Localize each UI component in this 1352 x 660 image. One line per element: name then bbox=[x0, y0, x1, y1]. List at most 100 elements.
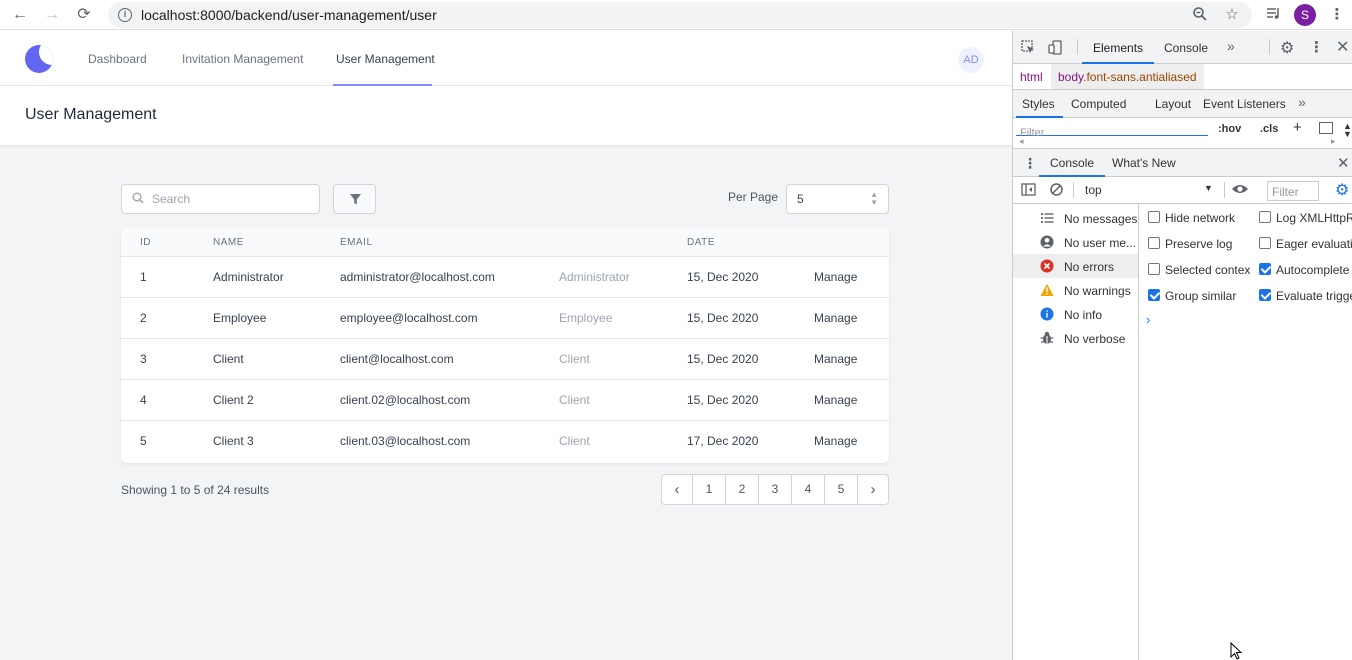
sidebar-item-errors[interactable]: No errors bbox=[1013, 254, 1138, 278]
page-button-3[interactable]: 3 bbox=[759, 475, 792, 504]
class-toggle[interactable]: .cls bbox=[1260, 123, 1278, 135]
toolbar-divider bbox=[1269, 39, 1270, 55]
drawer-tab-whats-new[interactable]: What's New bbox=[1112, 156, 1176, 170]
tab-console[interactable]: Console bbox=[1164, 41, 1208, 55]
console-prompt[interactable]: › bbox=[1146, 312, 1150, 327]
cell-date: 15, Dec 2020 bbox=[687, 311, 759, 325]
console-filter-input[interactable]: Filter bbox=[1267, 181, 1319, 201]
profile-avatar[interactable]: S bbox=[1294, 4, 1316, 26]
eager-evaluation-checkbox[interactable] bbox=[1259, 237, 1271, 249]
evaluate-triggers-label: Evaluate trigge bbox=[1276, 289, 1352, 303]
kebab-menu-icon[interactable]: ⋮ bbox=[1326, 5, 1348, 27]
zoom-icon[interactable] bbox=[1191, 6, 1209, 24]
hide-network-checkbox[interactable] bbox=[1148, 211, 1160, 223]
breadcrumb-html[interactable]: html bbox=[1020, 70, 1043, 84]
address-bar[interactable]: i localhost:8000/backend/user-management… bbox=[108, 2, 1252, 28]
manage-link[interactable]: Manage bbox=[814, 393, 857, 407]
selected-context-checkbox[interactable] bbox=[1148, 263, 1160, 275]
sidebar-item-verbose[interactable]: No verbose bbox=[1013, 326, 1138, 350]
search-input[interactable] bbox=[152, 189, 312, 209]
tab-elements[interactable]: Elements bbox=[1093, 41, 1143, 55]
styles-filterbar: Filter :hov .cls + ◂ ▸ ▲ ▼ bbox=[1013, 118, 1352, 149]
console-settings-gear-icon[interactable]: ⚙ bbox=[1335, 180, 1349, 200]
scroll-right-icon[interactable]: ▸ bbox=[1331, 136, 1336, 147]
drawer-close-icon[interactable]: ✕ bbox=[1337, 154, 1350, 172]
context-dropdown-icon[interactable]: ▼ bbox=[1204, 183, 1213, 193]
back-icon[interactable]: ← bbox=[10, 5, 30, 25]
site-info-icon[interactable]: i bbox=[118, 8, 132, 22]
drawer-tab-console[interactable]: Console bbox=[1050, 156, 1094, 170]
autocomplete-checkbox[interactable] bbox=[1259, 263, 1271, 275]
drawer-menu-icon[interactable]: ⋮ bbox=[1023, 155, 1037, 172]
per-page-select[interactable]: 5 ▲ ▼ bbox=[786, 184, 889, 214]
media-control-icon[interactable] bbox=[1262, 5, 1284, 27]
toolbar-divider bbox=[1073, 182, 1074, 198]
subtab-layout[interactable]: Layout bbox=[1155, 97, 1191, 111]
prev-page-button[interactable]: ‹ bbox=[662, 475, 693, 504]
computed-sidebar-icon[interactable] bbox=[1319, 122, 1333, 134]
cell-date: 17, Dec 2020 bbox=[687, 434, 759, 448]
inspect-element-icon[interactable] bbox=[1021, 40, 1036, 58]
console-toolbar: top ▼ Filter ⚙ bbox=[1013, 177, 1352, 204]
page-button-5[interactable]: 5 bbox=[825, 475, 858, 504]
evaluate-triggers-checkbox[interactable] bbox=[1259, 289, 1271, 301]
url-text[interactable]: localhost:8000/backend/user-management/u… bbox=[141, 7, 437, 23]
cell-email: client.02@localhost.com bbox=[340, 393, 471, 407]
page-button-2[interactable]: 2 bbox=[726, 475, 759, 504]
manage-link[interactable]: Manage bbox=[814, 434, 857, 448]
subtab-styles[interactable]: Styles bbox=[1022, 97, 1055, 111]
manage-link[interactable]: Manage bbox=[814, 270, 857, 284]
forward-icon[interactable]: → bbox=[42, 5, 62, 25]
user-avatar[interactable]: AD bbox=[958, 47, 984, 73]
sidebar-item-info[interactable]: No info bbox=[1013, 302, 1138, 326]
device-toolbar-icon[interactable] bbox=[1048, 40, 1063, 58]
settings-gear-icon[interactable]: ⚙ bbox=[1280, 38, 1294, 58]
toolbar-divider bbox=[1224, 182, 1225, 198]
group-similar-checkbox[interactable] bbox=[1148, 289, 1160, 301]
add-rule-icon[interactable]: + bbox=[1293, 119, 1302, 136]
selected-context-label: Selected contex bbox=[1165, 263, 1251, 277]
log-xmlhttp-checkbox[interactable] bbox=[1259, 211, 1271, 223]
kebab-menu-icon[interactable]: ⋮ bbox=[1309, 38, 1324, 56]
sidebar-toggle-icon[interactable] bbox=[1021, 183, 1036, 199]
styles-filter-input[interactable]: Filter bbox=[1016, 122, 1208, 139]
info-icon bbox=[1040, 307, 1054, 321]
reload-icon[interactable]: ⟳ bbox=[74, 5, 94, 25]
live-expression-eye-icon[interactable] bbox=[1231, 181, 1249, 201]
devtools-panel: Elements Console » ⚙ ⋮ ✕ html body.font-… bbox=[1012, 31, 1352, 660]
search-box[interactable] bbox=[121, 184, 320, 214]
cell-date: 15, Dec 2020 bbox=[687, 352, 759, 366]
context-selector[interactable]: top bbox=[1085, 183, 1102, 197]
sidebar-item-warnings[interactable]: No warnings bbox=[1013, 278, 1138, 302]
clear-console-icon[interactable] bbox=[1049, 182, 1064, 200]
user-icon bbox=[1040, 235, 1054, 249]
scroll-left-icon[interactable]: ◂ bbox=[1019, 136, 1024, 147]
filter-button[interactable] bbox=[333, 184, 376, 214]
cell-name: Client 3 bbox=[213, 434, 254, 448]
page-button-4[interactable]: 4 bbox=[792, 475, 825, 504]
table-row: 1 Administrator administrator@localhost.… bbox=[121, 257, 889, 298]
scroll-arrows-icon[interactable]: ▲ ▼ bbox=[1343, 122, 1352, 139]
page-button-1[interactable]: 1 bbox=[693, 475, 726, 504]
next-page-button[interactable]: › bbox=[858, 475, 888, 504]
nav-link-invitation-management[interactable]: Invitation Management bbox=[182, 52, 303, 66]
mouse-cursor-icon bbox=[1230, 642, 1243, 660]
breadcrumb-body[interactable]: body.font-sans.antialiased bbox=[1051, 64, 1204, 89]
nav-link-dashboard[interactable]: Dashboard bbox=[88, 52, 147, 66]
manage-link[interactable]: Manage bbox=[814, 311, 857, 325]
logo-icon[interactable] bbox=[25, 45, 53, 73]
per-page-label: Per Page bbox=[728, 190, 779, 204]
more-subtabs-chevron-icon[interactable]: » bbox=[1298, 94, 1306, 110]
subtab-event-listeners[interactable]: Event Listeners bbox=[1203, 97, 1286, 111]
preserve-log-checkbox[interactable] bbox=[1148, 237, 1160, 249]
cell-id: 2 bbox=[140, 311, 147, 325]
sidebar-item-user-messages[interactable]: No user me... bbox=[1013, 230, 1138, 254]
manage-link[interactable]: Manage bbox=[814, 352, 857, 366]
hover-state-toggle[interactable]: :hov bbox=[1218, 123, 1241, 135]
sidebar-item-messages[interactable]: No messages bbox=[1013, 206, 1138, 230]
nav-link-user-management[interactable]: User Management bbox=[336, 52, 435, 66]
subtab-computed[interactable]: Computed bbox=[1071, 97, 1126, 111]
bookmark-star-icon[interactable]: ☆ bbox=[1223, 6, 1241, 24]
more-tabs-chevron-icon[interactable]: » bbox=[1227, 38, 1235, 54]
close-icon[interactable]: ✕ bbox=[1336, 37, 1349, 57]
